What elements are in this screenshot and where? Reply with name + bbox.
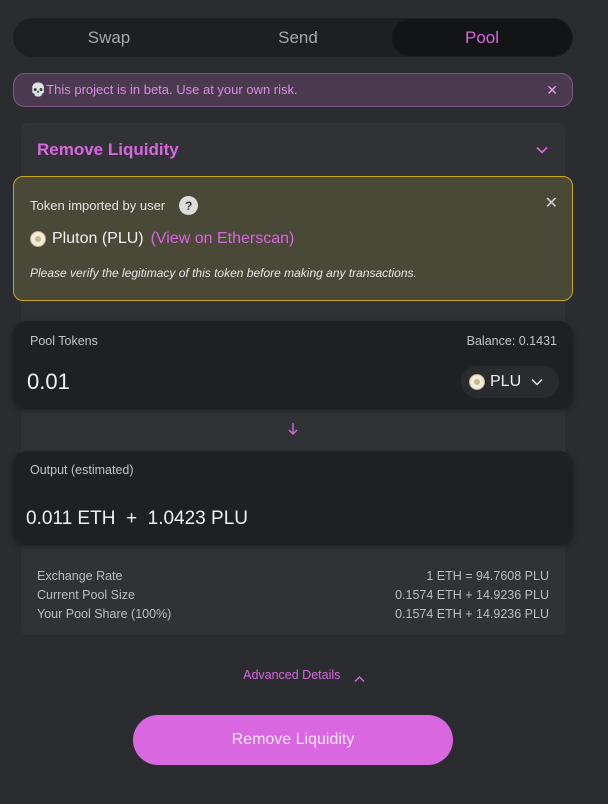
pool-tokens-input[interactable]: 0.01 bbox=[27, 369, 70, 395]
chevron-down-icon[interactable] bbox=[535, 143, 549, 157]
card-header[interactable]: Remove Liquidity bbox=[21, 123, 565, 176]
help-icon[interactable]: ? bbox=[179, 196, 199, 215]
token-select-button[interactable]: PLU bbox=[461, 366, 559, 398]
stat-row: Your Pool Share (100%) 0.1574 ETH + 14.9… bbox=[37, 604, 549, 623]
advanced-details-label: Advanced Details bbox=[243, 668, 341, 682]
card-title: Remove Liquidity bbox=[37, 139, 179, 159]
stat-label: Current Pool Size bbox=[37, 587, 135, 602]
tab-bar: Swap Send Pool bbox=[13, 18, 573, 57]
output-value: 0.011 ETH + 1.0423 PLU bbox=[26, 508, 248, 529]
stat-value: 0.1574 ETH + 14.9236 PLU bbox=[395, 587, 549, 602]
token-logo-icon bbox=[469, 374, 485, 390]
imported-token: Pluton (PLU) (View on Etherscan) bbox=[30, 230, 294, 248]
stat-value: 1 ETH = 94.7608 PLU bbox=[426, 568, 549, 583]
output-label: Output (estimated) bbox=[30, 463, 134, 477]
imported-token-warning: Token imported by user ? ✕ Pluton (PLU) … bbox=[13, 176, 573, 301]
stat-row: Exchange Rate 1 ETH = 94.7608 PLU bbox=[37, 566, 549, 585]
chevron-down-icon bbox=[531, 375, 545, 389]
output-panel: Output (estimated) 0.011 ETH + 1.0423 PL… bbox=[13, 451, 573, 545]
remove-liquidity-button[interactable]: Remove Liquidity bbox=[133, 715, 453, 765]
pool-stats: Exchange Rate 1 ETH = 94.7608 PLU Curren… bbox=[37, 566, 549, 623]
etherscan-link[interactable]: (View on Etherscan) bbox=[151, 230, 295, 248]
stat-value: 0.1574 ETH + 14.9236 PLU bbox=[395, 606, 549, 621]
tab-swap[interactable]: Swap bbox=[14, 19, 204, 56]
token-logo-icon bbox=[30, 231, 46, 247]
pool-tokens-panel: Pool Tokens Balance: 0.1431 0.01 PLU bbox=[13, 321, 573, 409]
beta-warning-banner: 💀This project is in beta. Use at your ow… bbox=[13, 73, 573, 107]
warning-header-text: Token imported by user bbox=[30, 198, 166, 213]
stat-label: Exchange Rate bbox=[37, 568, 123, 583]
close-icon[interactable]: ✕ bbox=[546, 82, 558, 99]
token-name: Pluton (PLU) bbox=[52, 230, 144, 247]
stat-label: Your Pool Share (100%) bbox=[37, 606, 172, 621]
warning-header: Token imported by user ? bbox=[30, 196, 199, 215]
token-symbol: PLU bbox=[490, 373, 522, 390]
chevron-up-icon bbox=[354, 672, 365, 682]
advanced-details-toggle[interactable]: Advanced Details bbox=[0, 668, 608, 682]
pool-tokens-label: Pool Tokens bbox=[30, 334, 98, 348]
tab-pool[interactable]: Pool bbox=[392, 19, 572, 56]
tab-send[interactable]: Send bbox=[204, 19, 392, 56]
close-icon[interactable]: ✕ bbox=[545, 193, 558, 213]
beta-warning-text: 💀This project is in beta. Use at your ow… bbox=[30, 82, 298, 97]
verify-note: Please verify the legitimacy of this tok… bbox=[30, 266, 417, 280]
arrow-down-icon bbox=[286, 421, 300, 437]
stat-row: Current Pool Size 0.1574 ETH + 14.9236 P… bbox=[37, 585, 549, 604]
balance-label[interactable]: Balance: 0.1431 bbox=[467, 334, 557, 348]
